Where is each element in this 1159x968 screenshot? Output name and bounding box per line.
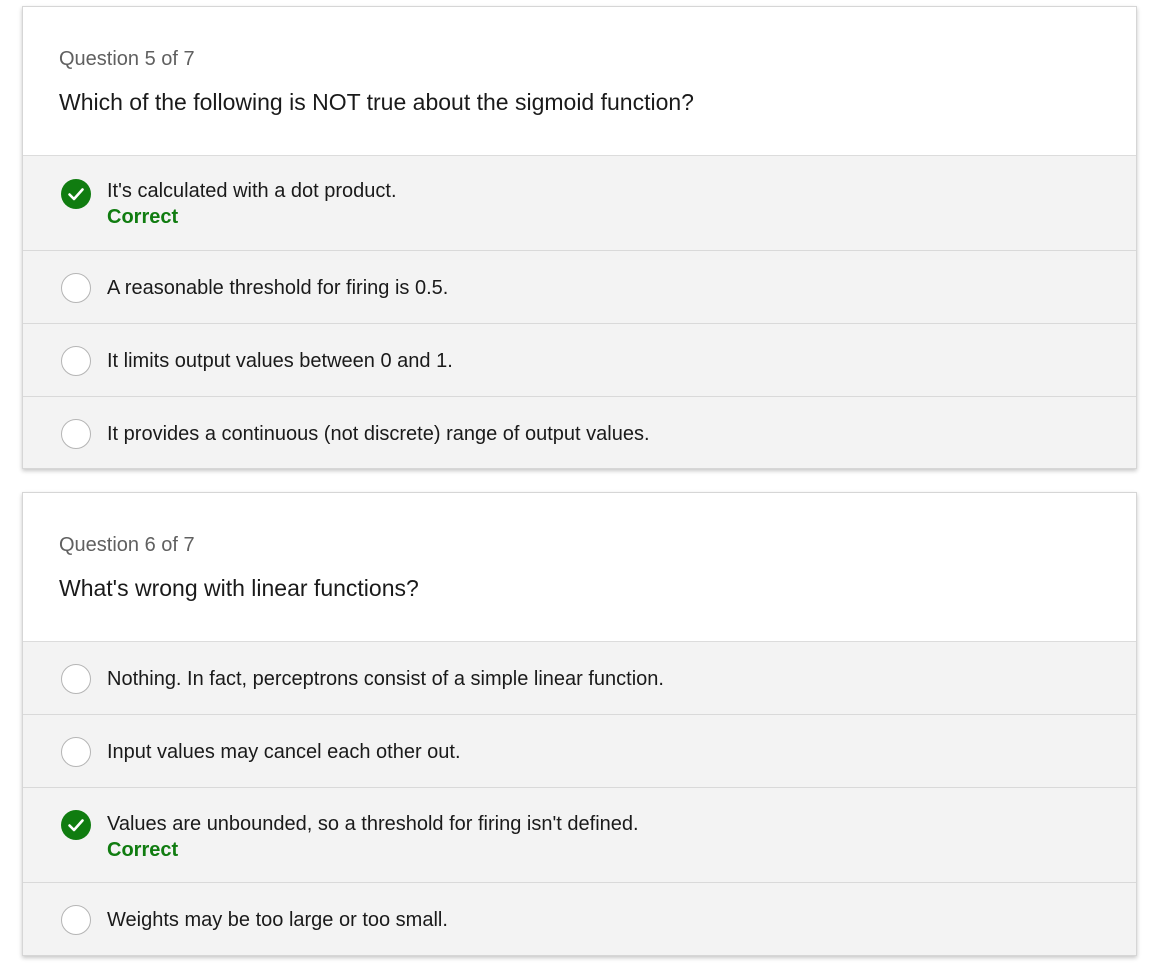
check-circle-icon[interactable]	[61, 810, 91, 840]
option-label: It's calculated with a dot product.	[107, 180, 397, 202]
option-label: A reasonable threshold for firing is 0.5…	[107, 277, 449, 299]
question-header: Question 6 of 7 What's wrong with linear…	[23, 493, 1136, 642]
option-label: Nothing. In fact, perceptrons consist of…	[107, 668, 664, 690]
answer-options: Nothing. In fact, perceptrons consist of…	[23, 642, 1136, 955]
answer-option[interactable]: Input values may cancel each other out.	[23, 715, 1136, 788]
answer-option[interactable]: Values are unbounded, so a threshold for…	[23, 788, 1136, 883]
question-card-5: Question 5 of 7 Which of the following i…	[22, 6, 1137, 469]
answer-option[interactable]: Weights may be too large or too small.	[23, 883, 1136, 955]
question-header: Question 5 of 7 Which of the following i…	[23, 7, 1136, 156]
option-label: It limits output values between 0 and 1.	[107, 350, 453, 372]
answer-options: It's calculated with a dot product. Corr…	[23, 156, 1136, 468]
radio-circle-icon[interactable]	[61, 419, 91, 449]
radio-circle-icon[interactable]	[61, 737, 91, 767]
answer-option[interactable]: It provides a continuous (not discrete) …	[23, 397, 1136, 468]
option-label: Input values may cancel each other out.	[107, 741, 461, 763]
answer-option[interactable]: It limits output values between 0 and 1.	[23, 324, 1136, 397]
radio-circle-icon[interactable]	[61, 273, 91, 303]
correct-feedback: Correct	[107, 839, 179, 861]
answer-option[interactable]: Nothing. In fact, perceptrons consist of…	[23, 642, 1136, 715]
question-counter: Question 6 of 7	[59, 534, 195, 556]
option-label: It provides a continuous (not discrete) …	[107, 423, 650, 445]
answer-option[interactable]: It's calculated with a dot product. Corr…	[23, 156, 1136, 251]
radio-circle-icon[interactable]	[61, 346, 91, 376]
radio-circle-icon[interactable]	[61, 664, 91, 694]
question-counter: Question 5 of 7	[59, 48, 195, 70]
option-label: Weights may be too large or too small.	[107, 909, 448, 931]
answer-option[interactable]: A reasonable threshold for firing is 0.5…	[23, 251, 1136, 324]
radio-circle-icon[interactable]	[61, 905, 91, 935]
question-card-6: Question 6 of 7 What's wrong with linear…	[22, 492, 1137, 956]
question-text: What's wrong with linear functions?	[59, 575, 419, 601]
check-circle-icon[interactable]	[61, 179, 91, 209]
correct-feedback: Correct	[107, 206, 179, 228]
option-label: Values are unbounded, so a threshold for…	[107, 813, 639, 835]
question-text: Which of the following is NOT true about…	[59, 89, 694, 115]
